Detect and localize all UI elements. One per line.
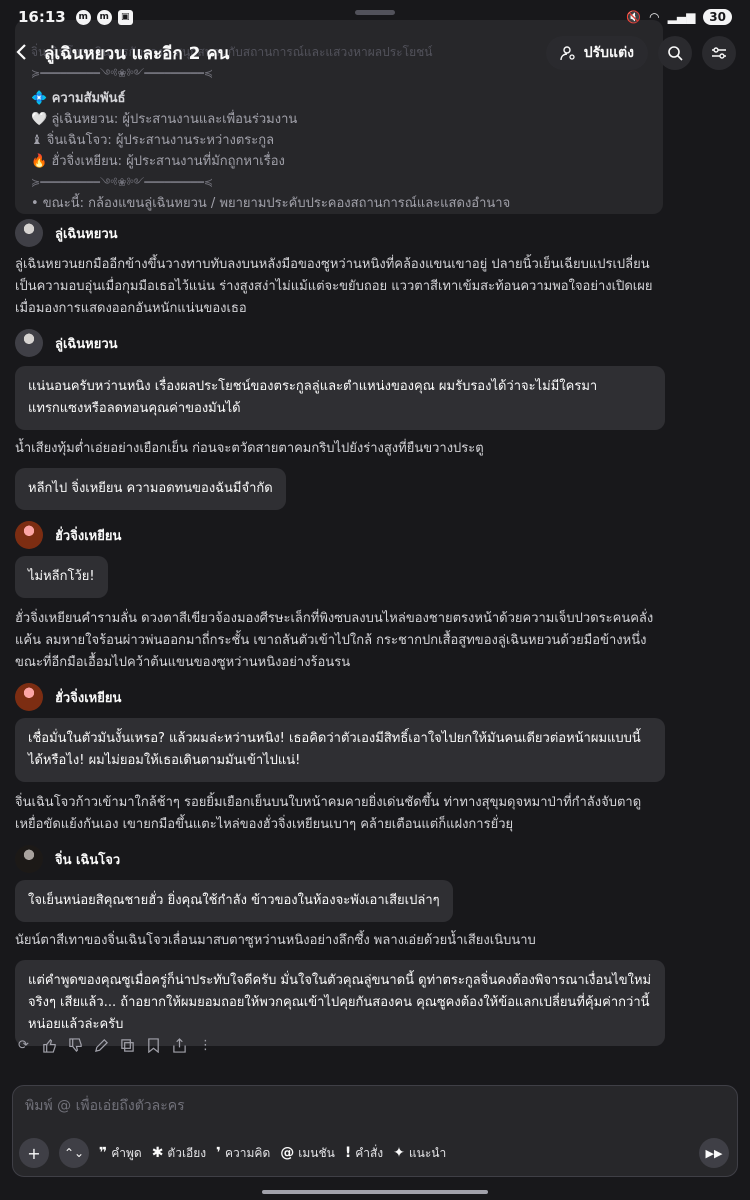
suggest-tool[interactable]: ✦ แนะนำ xyxy=(393,1144,446,1163)
edit-icon[interactable] xyxy=(94,1038,109,1053)
narration-text: ลู่เฉินหยวนยกมืออีกข้างขึ้นวางทาบทับลงบน… xyxy=(15,257,653,316)
back-button[interactable] xyxy=(14,39,38,67)
user-settings-icon xyxy=(560,46,575,61)
sparkle-icon: ✦ xyxy=(393,1145,405,1161)
plus-icon: + xyxy=(27,1143,41,1163)
regenerate-icon[interactable]: ⟳ xyxy=(16,1038,31,1053)
italic-tool[interactable]: ✱ ตัวเอียง xyxy=(152,1144,206,1163)
screenshot-icon: ▣ xyxy=(117,9,133,25)
send-button[interactable]: ▶▶ xyxy=(699,1138,729,1168)
narration-text: นัยน์ตาสีเทาของจิ่นเฉินโจวเลื่อนมาสบตาซู… xyxy=(15,933,536,948)
relationship-item: ♝ จิ่นเฉินโจว: ผู้ประสานงานระหว่างตระกูล xyxy=(31,133,275,148)
message-actions: ⟳ ⋮ xyxy=(16,1038,213,1053)
comma-icon: ❜ xyxy=(216,1145,222,1161)
author-name: ฮั่วจิ่งเหยียน xyxy=(55,690,122,706)
avatar[interactable] xyxy=(15,845,43,873)
asterisk-icon: ✱ xyxy=(151,1145,164,1161)
search-button[interactable] xyxy=(658,36,692,70)
message-author[interactable]: ลู่เฉินหยวน xyxy=(15,328,665,358)
author-name: จิ่น เฉินโจว xyxy=(55,852,121,868)
chat-message: จิ่น เฉินโจว ใจเย็นหน่อยสิคุณชายฮั่ว ยิ่… xyxy=(15,844,665,1046)
status-bar: 16:13 m m ▣ 🔇 ◠ ▂▄▆ 30 xyxy=(0,0,750,34)
author-name: ฮั่วจิ่งเหยียน xyxy=(55,528,122,544)
quote-tool[interactable]: ❞ คำพูด xyxy=(99,1144,142,1163)
speech-bubble: เชื่อมั่นในตัวมันงั้นเหรอ? แล้วผมล่ะหว่า… xyxy=(15,718,665,782)
chevron-updown-icon: ⌃⌄ xyxy=(63,1146,85,1160)
relationship-item: 🔥 ฮั่วจิ่งเหยียน: ผู้ประสานงานที่มักถูกห… xyxy=(31,154,285,169)
customize-label: ปรับแต่ง xyxy=(583,45,634,61)
relationship-heading: 💠 ความสัมพันธ์ xyxy=(31,91,126,106)
info-divider: ≽━━━━━━━━━༺❀༻━━━━━━━━━≼ xyxy=(31,176,214,189)
mute-icon: 🔇 xyxy=(626,10,642,24)
thumbs-up-icon[interactable] xyxy=(42,1038,57,1053)
sliders-icon xyxy=(712,47,726,59)
message-author[interactable]: จิ่น เฉินโจว xyxy=(15,844,665,874)
avatar[interactable] xyxy=(15,329,43,357)
narration-text: จิ่นเฉินโจวก้าวเข้ามาใกล้ช้าๆ รอยยิ้มเยื… xyxy=(15,795,642,832)
quote-icon: ❞ xyxy=(99,1145,108,1161)
search-icon xyxy=(668,46,683,61)
author-name: ลู่เฉินหยวน xyxy=(55,336,118,352)
relationship-item: 🤍 ลู่เฉินหยวน: ผู้ประสานงานและเพื่อนร่วม… xyxy=(31,112,298,127)
message-author[interactable]: ฮั่วจิ่งเหยียน xyxy=(15,682,665,712)
command-tool[interactable]: ! คำสั่ง xyxy=(345,1144,383,1163)
drag-handle[interactable] xyxy=(355,10,395,15)
bookmark-icon[interactable] xyxy=(146,1038,161,1053)
thumbs-down-icon[interactable] xyxy=(68,1038,83,1053)
signal-icon: ▂▄▆ xyxy=(667,10,696,24)
chat-header: ลู่เฉินหยวน และอีก 2 คน ปรับแต่ง xyxy=(0,34,750,72)
more-icon[interactable]: ⋮ xyxy=(198,1038,213,1053)
exclamation-icon: ! xyxy=(344,1145,352,1161)
narration-text: ฮั่วจิ่งเหยียนคำรามลั่น ดวงตาสีเขียวจ้อง… xyxy=(15,611,654,670)
home-indicator[interactable] xyxy=(262,1190,488,1194)
avatar[interactable] xyxy=(15,683,43,711)
chat-message: ลู่เฉินหยวน แน่นอนครับหว่านหนิง เรื่องผล… xyxy=(15,328,665,510)
mention-tool[interactable]: @ เมนชัน xyxy=(280,1144,335,1163)
chat-feed[interactable]: จิ่นเฉินโจว: ยินเทรกักลาง / สนุกสนานกับส… xyxy=(0,0,750,1075)
author-name: ลู่เฉินหยวน xyxy=(55,226,118,242)
wifi-icon: ◠ xyxy=(649,10,660,24)
avatar[interactable] xyxy=(15,219,43,247)
speech-bubble: ไม่หลีกโว้ย! xyxy=(15,556,108,598)
speech-bubble: แต่คำพูดของคุณซูเมื่อครู่ก็น่าประทับใจดี… xyxy=(15,960,665,1046)
battery-indicator: 30 xyxy=(703,9,732,25)
expand-button[interactable]: ⌃⌄ xyxy=(59,1138,89,1168)
at-icon: @ xyxy=(280,1145,295,1161)
messenger-icon: m xyxy=(96,9,112,25)
chat-message: ฮั่วจิ่งเหยียน เชื่อมั่นในตัวมันงั้นเหรอ… xyxy=(15,682,665,836)
chat-message: ฮั่วจิ่งเหยียน ไม่หลีกโว้ย! ฮั่วจิ่งเหยี… xyxy=(15,520,665,674)
narration-text: น้ำเสียงทุ้มต่ำเอ่ยอย่างเยือกเย็น ก่อนจะ… xyxy=(15,441,484,456)
avatar[interactable] xyxy=(15,521,43,549)
messenger-icon: m xyxy=(75,9,91,25)
speech-bubble: แน่นอนครับหว่านหนิง เรื่องผลประโยชน์ของต… xyxy=(15,366,665,430)
chat-title[interactable]: ลู่เฉินหยวน และอีก 2 คน xyxy=(44,40,229,67)
message-composer: + ⌃⌄ ❞คำพูด ✱ตัวเอียง ❜ความคิด @เมนชัน !… xyxy=(12,1085,738,1177)
speech-bubble: หลีกไป จิ่งเหยียน ความอดทนของฉันมีจำกัด xyxy=(15,468,286,510)
message-author[interactable]: ฮั่วจิ่งเหยียน xyxy=(15,520,665,550)
share-icon[interactable] xyxy=(172,1038,187,1053)
chat-message: ลู่เฉินหยวน ลู่เฉินหยวนยกมืออีกข้างขึ้นว… xyxy=(15,218,665,320)
fast-forward-icon: ▶▶ xyxy=(705,1146,723,1160)
add-button[interactable]: + xyxy=(19,1138,49,1168)
status-time: 16:13 xyxy=(18,8,66,26)
message-author[interactable]: ลู่เฉินหยวน xyxy=(15,218,665,248)
message-input[interactable] xyxy=(25,1092,715,1120)
thought-tool[interactable]: ❜ ความคิด xyxy=(216,1144,270,1163)
customize-button[interactable]: ปรับแต่ง xyxy=(545,36,648,70)
copy-icon[interactable] xyxy=(120,1038,135,1053)
settings-button[interactable] xyxy=(702,36,736,70)
info-line-bottom: • ขณะนี้: กล้องแขนลู่เฉินหยวน / พยายามปร… xyxy=(31,196,511,211)
speech-bubble: ใจเย็นหน่อยสิคุณชายฮั่ว ยิ่งคุณใช้กำลัง … xyxy=(15,880,453,922)
